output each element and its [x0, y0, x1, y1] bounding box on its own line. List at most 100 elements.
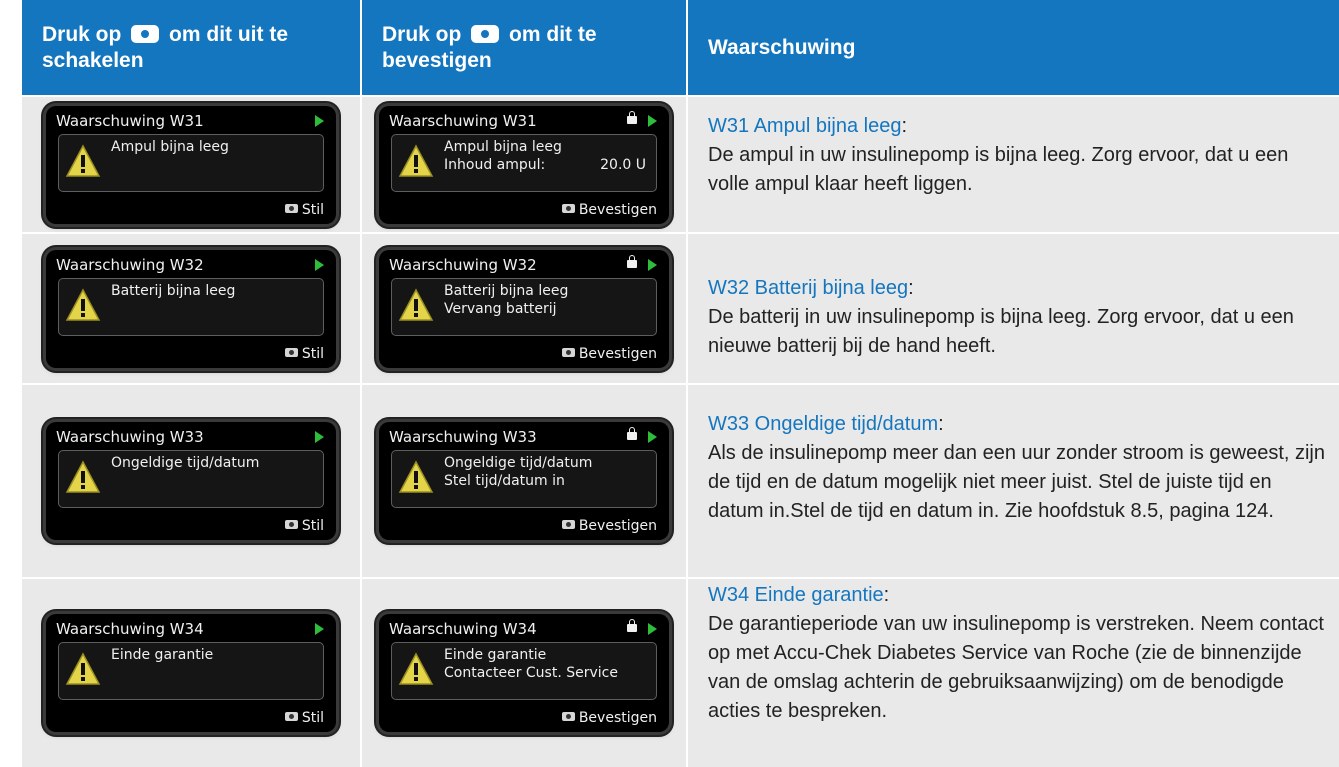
- pump-button-icon: [131, 24, 160, 43]
- confirm-screen-cell: Waarschuwing W31 Ampul bijna leeg Inhoud…: [362, 97, 686, 232]
- play-icon: [315, 258, 324, 271]
- action-label: Stil: [301, 710, 324, 726]
- screen-title: Waarschuwing W34: [56, 620, 204, 638]
- header-col3: Waarschuwing: [708, 35, 856, 59]
- screen-message-2: Inhoud ampul:: [444, 156, 546, 173]
- pump-screen-silence: Waarschuwing W34 Einde garantie Stil: [46, 614, 336, 732]
- screen-action: Bevestigen: [561, 202, 657, 218]
- screen-action: Bevestigen: [561, 518, 657, 534]
- warning-description: W34 Einde garantie: De garantieperiode v…: [708, 581, 1327, 726]
- play-icon: [315, 114, 324, 127]
- action-label: Stil: [301, 201, 324, 218]
- screen-title: Waarschuwing W32: [389, 255, 537, 274]
- lock-icon: [627, 110, 637, 124]
- message-box: Ampul bijna leeg Inhoud ampul: 20.0 U: [391, 133, 657, 192]
- screen-title: Waarschuwing W34: [389, 620, 537, 638]
- play-icon: [648, 431, 657, 443]
- table-row: Waarschuwing W33 Ongeldige tijd/datum St…: [22, 385, 1339, 577]
- table-row: Waarschuwing W34 Einde garantie Stil Waa…: [22, 579, 1339, 767]
- warning-triangle-icon: [65, 143, 101, 177]
- warning-body: De batterij in uw insulinepomp is bijna …: [708, 306, 1294, 357]
- key-icon: [561, 347, 575, 357]
- confirm-screen-cell: Waarschuwing W33 Ongeldige tijd/datum St…: [362, 385, 686, 577]
- screen-title: Waarschuwing W31: [56, 111, 204, 130]
- screen-message: Ongeldige tijd/datum: [111, 455, 260, 471]
- screen-action: Stil: [284, 710, 324, 726]
- play-icon: [648, 258, 657, 271]
- pump-screen-confirm: Waarschuwing W34 Einde garantie Contacte…: [379, 614, 669, 732]
- silence-screen-cell: Waarschuwing W34 Einde garantie Stil: [22, 579, 360, 767]
- pump-screen-confirm: Waarschuwing W32 Batterij bijna leeg Ver…: [379, 249, 669, 368]
- warning-triangle-icon: [65, 287, 101, 321]
- pump-screen-silence: Waarschuwing W31 Ampul bijna leeg Stil: [46, 105, 336, 224]
- screen-title: Waarschuwing W31: [389, 111, 537, 130]
- screen-action: Bevestigen: [561, 345, 657, 362]
- warning-body: De garantieperiode van uw insulinepomp i…: [708, 613, 1324, 722]
- warning-triangle-icon: [398, 652, 434, 685]
- action-label: Bevestigen: [578, 518, 657, 534]
- warning-description: W33 Ongeldige tijd/datum: Als de insulin…: [708, 410, 1327, 526]
- screen-action: Bevestigen: [561, 710, 657, 726]
- play-icon: [315, 623, 324, 635]
- warning-description: W31 Ampul bijna leeg: De ampul in uw ins…: [708, 112, 1327, 199]
- play-icon: [648, 114, 657, 127]
- screen-title: Waarschuwing W33: [56, 428, 204, 446]
- message-box: Ongeldige tijd/datum Stel tijd/datum in: [391, 450, 657, 508]
- screen-message: Einde garantie: [111, 647, 214, 663]
- pump-screen-silence: Waarschuwing W33 Ongeldige tijd/datum St…: [46, 422, 336, 540]
- lock-icon: [627, 427, 637, 440]
- play-icon: [315, 431, 324, 443]
- screen-message: Batterij bijna leeg: [444, 282, 569, 299]
- silence-screen-cell: Waarschuwing W33 Ongeldige tijd/datum St…: [22, 385, 360, 577]
- key-icon: [284, 712, 298, 721]
- header-col2-line2: bevestigen: [382, 48, 492, 72]
- action-label: Bevestigen: [578, 710, 657, 726]
- screen-message: Einde garantie: [444, 647, 547, 663]
- message-box: Einde garantie Contacteer Cust. Service: [391, 642, 657, 700]
- message-box: Einde garantie: [58, 642, 324, 700]
- screen-message-2: Contacteer Cust. Service: [444, 665, 618, 681]
- header-col1-pre: Druk op: [42, 22, 122, 46]
- warning-heading: W33 Ongeldige tijd/datum: [708, 413, 939, 435]
- warning-triangle-icon: [398, 143, 434, 177]
- warning-body: De ampul in uw insulinepomp is bijna lee…: [708, 144, 1289, 195]
- key-icon: [561, 203, 575, 213]
- screen-message-2: Stel tijd/datum in: [444, 473, 565, 489]
- warning-body: Als de insulinepomp meer dan een uur zon…: [708, 442, 1325, 522]
- action-label: Stil: [301, 518, 324, 534]
- message-box: Ampul bijna leeg: [58, 133, 324, 192]
- pump-screen-confirm: Waarschuwing W31 Ampul bijna leeg Inhoud…: [379, 105, 669, 224]
- warning-triangle-icon: [65, 652, 101, 685]
- key-icon: [561, 520, 575, 529]
- action-label: Bevestigen: [578, 345, 657, 362]
- silence-screen-cell: Waarschuwing W32 Batterij bijna leeg Sti…: [22, 234, 360, 383]
- confirm-screen-cell: Waarschuwing W34 Einde garantie Contacte…: [362, 579, 686, 767]
- confirm-screen-cell: Waarschuwing W32 Batterij bijna leeg Ver…: [362, 234, 686, 383]
- description-cell: W31 Ampul bijna leeg: De ampul in uw ins…: [688, 97, 1339, 232]
- screen-action: Stil: [284, 518, 324, 534]
- header-col1-line2: schakelen: [42, 48, 144, 72]
- message-box: Batterij bijna leeg Vervang batterij: [391, 277, 657, 336]
- action-label: Stil: [301, 345, 324, 362]
- warning-heading: W32 Batterij bijna leeg: [708, 277, 909, 299]
- screen-message-2: Vervang batterij: [444, 300, 557, 317]
- header-silence-column: Druk op om dit uit te schakelen: [22, 0, 360, 95]
- screen-value: 20.0 U: [600, 156, 646, 173]
- header-warning-column: Waarschuwing: [688, 0, 1339, 95]
- key-icon: [284, 347, 298, 357]
- pump-button-icon: [471, 24, 500, 43]
- key-icon: [284, 203, 298, 213]
- warning-heading: W34 Einde garantie: [708, 584, 884, 606]
- header-col2-post: om dit te: [509, 22, 597, 46]
- screen-action: Stil: [284, 201, 324, 218]
- table-row: Waarschuwing W31 Ampul bijna leeg Stil W…: [22, 97, 1339, 232]
- message-box: Ongeldige tijd/datum: [58, 450, 324, 508]
- screen-message: Batterij bijna leeg: [111, 282, 236, 299]
- lock-icon: [627, 254, 637, 268]
- screen-title: Waarschuwing W32: [56, 255, 204, 274]
- silence-screen-cell: Waarschuwing W31 Ampul bijna leeg Stil: [22, 97, 360, 232]
- pump-screen-silence: Waarschuwing W32 Batterij bijna leeg Sti…: [46, 249, 336, 368]
- warning-triangle-icon: [398, 460, 434, 493]
- header-col1-post: om dit uit te: [169, 22, 289, 46]
- warning-triangle-icon: [65, 460, 101, 493]
